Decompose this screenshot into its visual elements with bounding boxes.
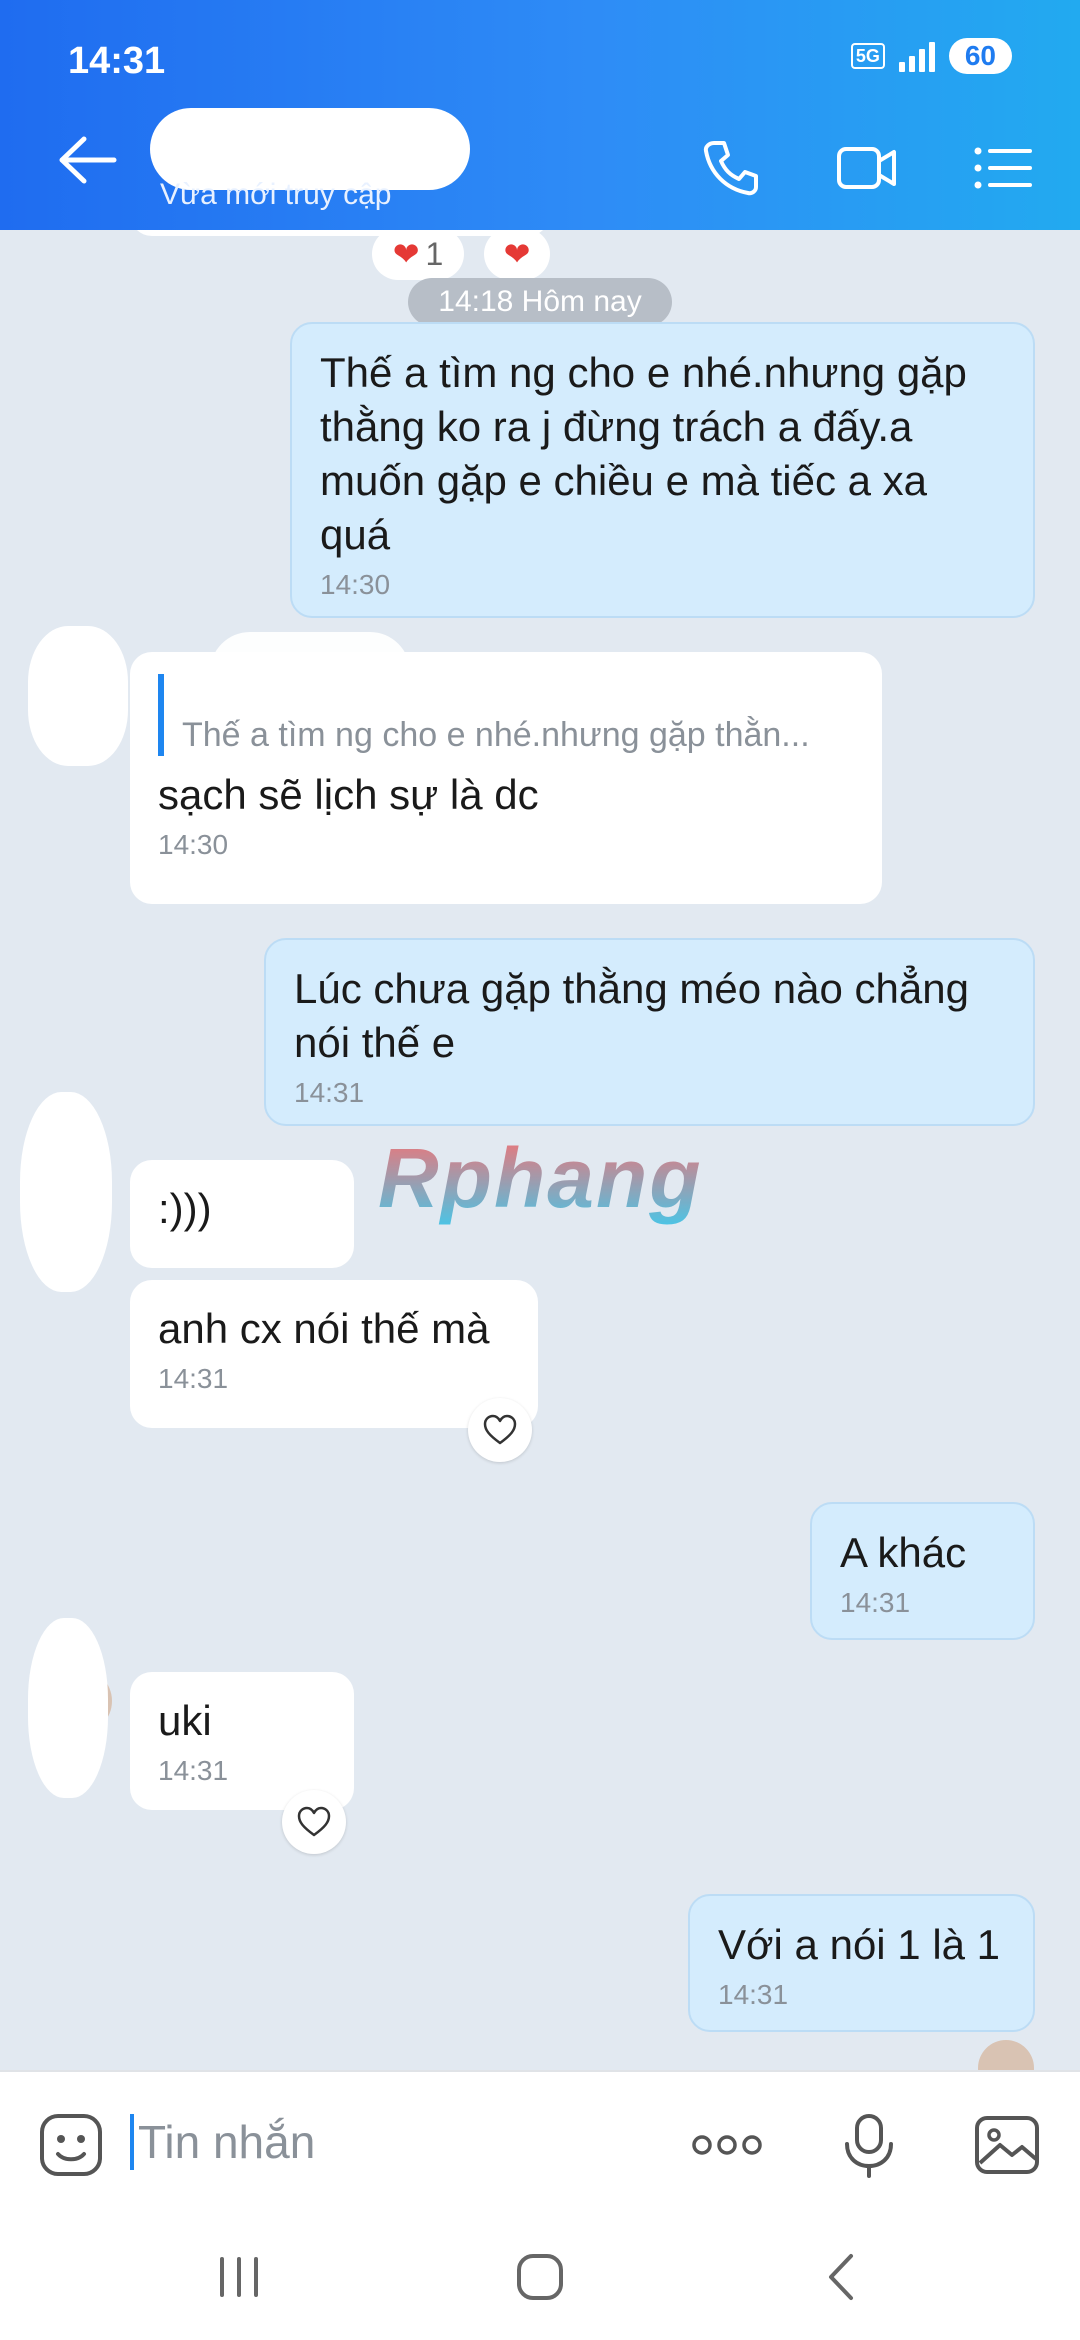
heart-reaction-icon: ❤ xyxy=(392,236,420,272)
nav-back-icon[interactable] xyxy=(806,2242,876,2312)
battery-indicator: 60 xyxy=(948,38,1012,74)
reaction-count: 1 xyxy=(425,235,444,272)
message-bubble-outgoing[interactable]: Thế a tìm ng cho e nhé.nhưng gặp thằng k… xyxy=(290,322,1035,618)
previous-message-bubble xyxy=(130,230,550,236)
message-input-bar: Tin nhắn xyxy=(0,2070,1080,2210)
system-nav-bar xyxy=(0,2210,1080,2340)
seen-avatar xyxy=(978,2040,1034,2070)
heart-reaction-icon: ❤ xyxy=(503,236,531,272)
image-gallery-icon[interactable] xyxy=(972,2110,1042,2180)
message-bubble-outgoing[interactable]: A khác 14:31 xyxy=(810,1502,1035,1640)
sticker-emoji-icon[interactable] xyxy=(36,2110,106,2180)
more-options-icon[interactable] xyxy=(692,2110,762,2180)
message-time: 14:31 xyxy=(718,1979,789,2010)
chat-header: 14:31 5G 60 Vừa mới truy cập xyxy=(0,0,1080,230)
message-time: 14:30 xyxy=(158,829,229,860)
message-time: 14:31 xyxy=(294,1077,365,1108)
text-caret xyxy=(130,2114,134,2170)
react-heart-outline-icon[interactable] xyxy=(282,1790,346,1854)
redaction-scribble xyxy=(210,632,410,712)
voice-to-text-mic-icon[interactable] xyxy=(834,2110,904,2180)
chat-area[interactable]: ❤ 1 ❤ 14:18 Hôm nay Thế a tìm ng cho e n… xyxy=(0,230,1080,2070)
redaction-scribble xyxy=(28,626,128,766)
message-input[interactable]: Tin nhắn xyxy=(130,2112,650,2172)
react-heart-button[interactable]: ❤ xyxy=(484,230,550,280)
date-divider: 14:18 Hôm nay xyxy=(408,278,672,326)
message-text: Thế a tìm ng cho e nhé.nhưng gặp thằng k… xyxy=(320,349,967,558)
message-input-placeholder: Tin nhắn xyxy=(138,2116,316,2168)
message-text: sạch sẽ lịch sự là dc xyxy=(158,771,539,818)
watermark: Rphang xyxy=(378,1131,703,1225)
network-5g-icon: 5G xyxy=(850,43,885,69)
message-text: uki xyxy=(158,1697,212,1744)
recent-apps-icon[interactable] xyxy=(204,2242,274,2312)
message-bubble-incoming[interactable]: anh cx nói thế mà 14:31 xyxy=(130,1280,538,1428)
message-time: 14:30 xyxy=(320,569,391,600)
react-heart-outline-icon[interactable] xyxy=(468,1398,532,1462)
message-bubble-outgoing[interactable]: Với a nói 1 là 1 14:31 xyxy=(688,1894,1035,2032)
signal-icon xyxy=(898,40,935,72)
reaction-pill[interactable]: ❤ 1 xyxy=(372,230,464,280)
message-text: anh cx nói thế mà xyxy=(158,1305,490,1352)
redaction-scribble xyxy=(28,1618,108,1798)
back-arrow-icon[interactable] xyxy=(58,135,118,185)
message-time: 14:31 xyxy=(158,1363,229,1394)
message-bubble-incoming[interactable]: uki 14:31 xyxy=(130,1672,354,1810)
message-text: A khác xyxy=(840,1529,967,1576)
status-time: 14:31 xyxy=(68,40,166,82)
status-icons: 5G 60 xyxy=(850,38,1012,74)
video-call-icon[interactable] xyxy=(836,137,898,199)
message-bubble-outgoing[interactable]: Lúc chưa gặp thằng méo nào chẳng nói thế… xyxy=(264,938,1035,1126)
message-bubble-incoming[interactable]: :))) xyxy=(130,1160,354,1268)
home-icon[interactable] xyxy=(505,2242,575,2312)
contact-status: Vừa mới truy cập xyxy=(160,178,392,211)
message-time: 14:31 xyxy=(158,1755,229,1786)
phone-call-icon[interactable] xyxy=(700,137,762,199)
message-text: :))) xyxy=(158,1185,212,1232)
menu-list-icon[interactable] xyxy=(972,137,1034,199)
redaction-scribble xyxy=(20,1092,112,1292)
message-text: Với a nói 1 là 1 xyxy=(718,1921,1001,1968)
reply-preview-text: Thế a tìm ng cho e nhé.nhưng gặp thằn... xyxy=(182,716,810,754)
message-text: Lúc chưa gặp thằng méo nào chẳng nói thế… xyxy=(294,965,969,1066)
message-time: 14:31 xyxy=(840,1587,911,1618)
